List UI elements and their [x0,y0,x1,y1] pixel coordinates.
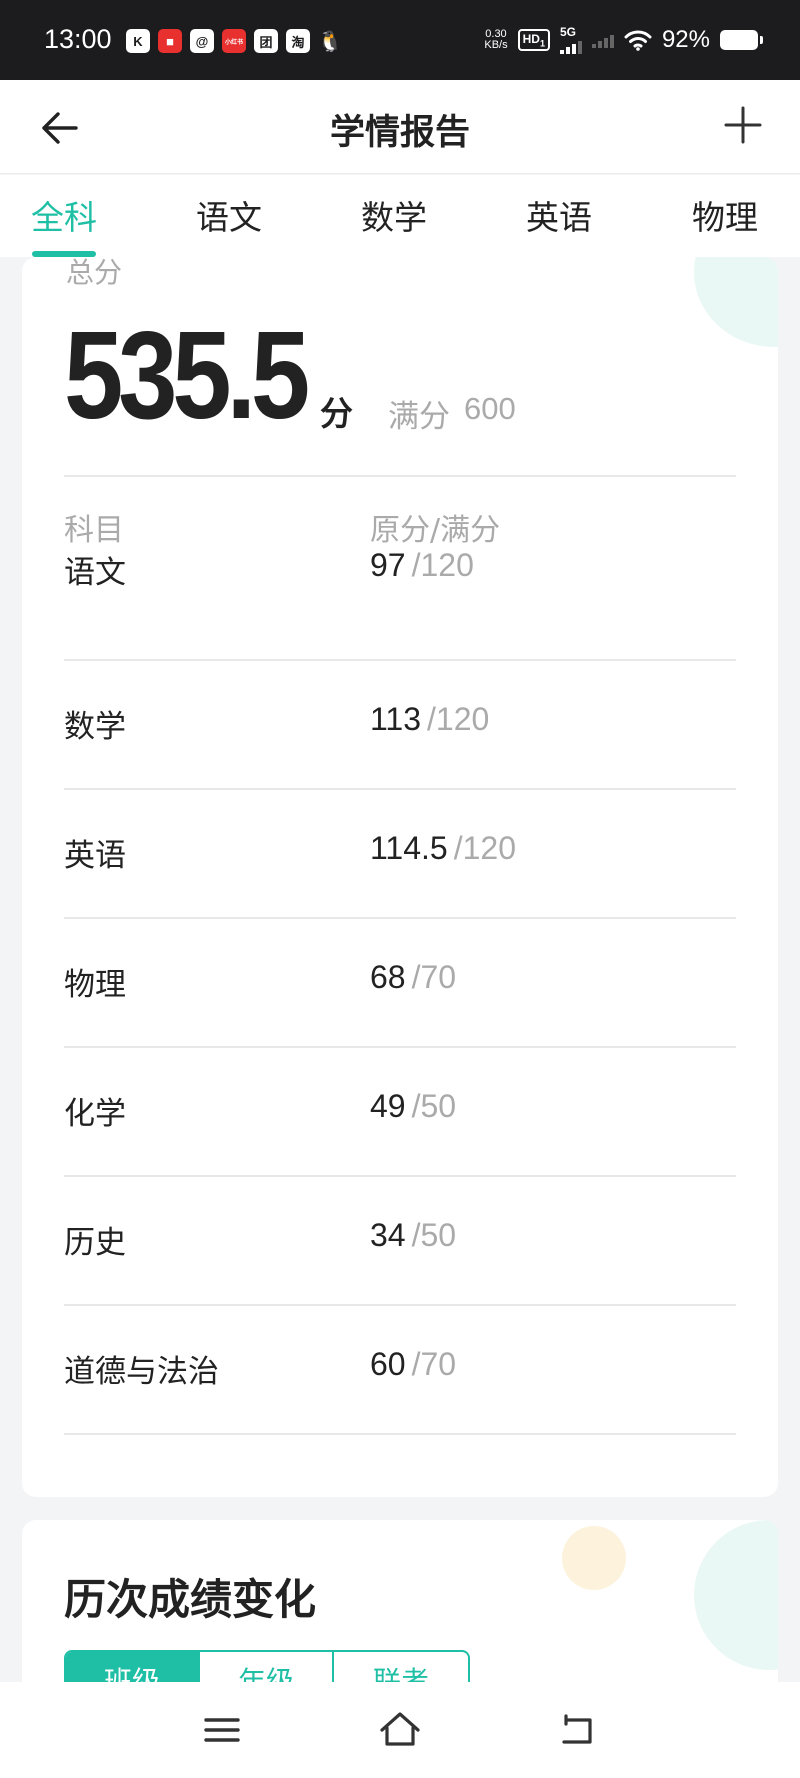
page-title: 学情报告 [329,113,470,153]
return-icon[interactable] [556,1708,600,1752]
table-row: 语文 97/120 [64,547,736,661]
signal-bars-2-icon [591,32,614,48]
column-header-score: 原分/满分 [370,513,501,548]
table-row: 英语 114.5/120 [64,790,736,919]
battery-icon [720,30,763,50]
table-row: 道德与法治 60/70 [64,1306,736,1435]
row-score: 114.5/120 [370,830,516,866]
xiaohongshu-icon: 小红书 [222,29,246,53]
column-header-subject: 科目 [64,513,124,548]
meituan-icon: 团 [254,29,278,53]
tab-physics[interactable]: 物理 [670,191,780,239]
row-score: 97/120 [370,547,474,583]
signal-5g-icon: 5G [559,26,582,54]
at-app-icon: @ [190,29,214,53]
row-score: 34/50 [370,1217,457,1253]
system-nav-bar [0,1682,800,1778]
divider [64,475,736,477]
row-subject: 英语 [64,838,126,874]
total-score-unit: 分 [320,394,353,433]
tab-math[interactable]: 数学 [339,191,449,239]
taobao-icon: 淘 [286,29,310,53]
row-subject: 语文 [64,555,126,591]
app-red-icon: ■ [158,29,182,53]
status-app-icons: K ■ @ 小红书 团 淘 🐧 [126,29,342,53]
full-score-label: 满分 [388,399,450,435]
row-divider [64,1433,736,1435]
hd-icon: HD1 [517,28,550,52]
history-title: 历次成绩变化 [64,1575,317,1624]
row-subject: 物理 [64,967,126,1003]
plus-icon[interactable] [720,102,766,148]
table-row: 化学 49/50 [64,1048,736,1177]
qq-icon: 🐧 [317,30,343,53]
table-row: 数学 113/120 [64,661,736,790]
tab-all-subjects[interactable]: 全科 [9,191,119,239]
table-row: 物理 68/70 [64,919,736,1048]
kuaishou-icon: K [126,29,150,53]
total-score-label: 总分 [66,257,123,289]
battery-percent: 92% [661,26,710,53]
row-subject: 数学 [64,709,126,745]
row-subject: 历史 [64,1225,126,1261]
status-right: 0.30 KB/s HD1 5G 92% [484,26,763,54]
row-score: 49/50 [370,1088,457,1124]
total-score-value: 535.5 [64,307,310,445]
full-score-value: 600 [464,391,516,426]
menu-icon[interactable] [200,1708,244,1752]
score-card: 总分 535.5 分 满分 600 科目 原分/满分 语文 97/120 数学 … [22,257,778,1497]
tab-english[interactable]: 英语 [504,191,614,239]
decor-circle-green [694,1520,778,1670]
row-score: 60/70 [370,1346,457,1382]
signal-bars-icon [559,38,582,54]
tab-chinese[interactable]: 语文 [174,191,284,239]
home-icon[interactable] [378,1708,422,1752]
decor-circle [694,257,778,347]
table-row: 历史 34/50 [64,1177,736,1306]
row-score: 113/120 [370,701,490,737]
app-header: 学情报告 [0,80,800,174]
net-speed: 0.30 KB/s [484,28,508,51]
status-bar: 13:00 K ■ @ 小红书 团 淘 🐧 0.30 KB/s HD1 5G 9… [0,0,800,80]
status-time: 13:00 [44,24,112,54]
row-subject: 道德与法治 [64,1354,219,1390]
decor-circle-yellow [562,1526,626,1590]
row-score: 68/70 [370,959,457,995]
wifi-icon [624,30,652,51]
subject-tabs: 全科 语文 数学 英语 物理 [0,175,800,257]
row-subject: 化学 [64,1096,126,1132]
